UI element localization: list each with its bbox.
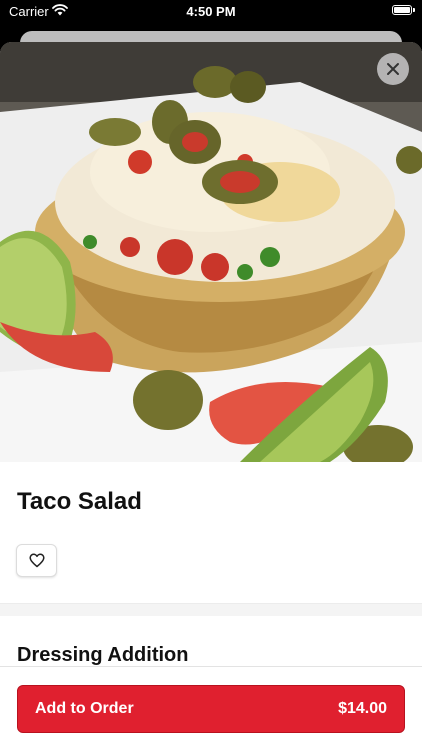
clock: 4:50 PM [186, 4, 236, 19]
section-title-dressing: Dressing Addition [17, 644, 189, 666]
battery-icon [392, 5, 415, 15]
item-detail-sheet: Taco Salad Dressing Addition Add to Orde… [0, 42, 422, 750]
favorite-button[interactable] [16, 544, 57, 577]
close-icon [387, 63, 399, 75]
item-photo [0, 42, 422, 462]
close-button[interactable] [377, 53, 409, 85]
item-price: $14.00 [338, 700, 387, 717]
status-bar: Carrier 4:50 PM [0, 0, 422, 24]
add-to-order-button[interactable]: Add to Order $14.00 [17, 685, 405, 733]
order-footer: Add to Order $14.00 [0, 666, 422, 750]
item-title: Taco Salad [17, 488, 142, 515]
heart-outline-icon [28, 553, 45, 568]
add-to-order-label: Add to Order [35, 700, 134, 717]
section-divider [0, 603, 422, 616]
